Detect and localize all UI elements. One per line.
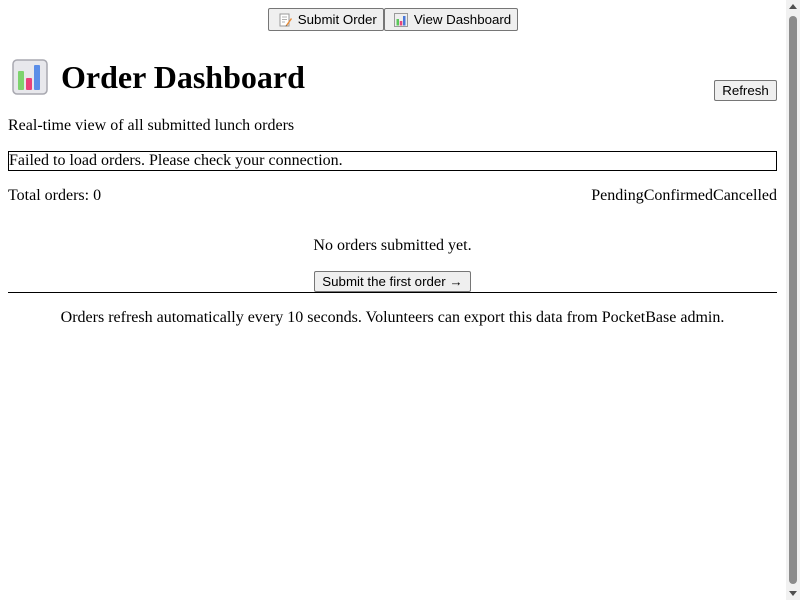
scroll-up-arrow-icon[interactable] (789, 4, 797, 9)
footer-note: Orders refresh automatically every 10 se… (60, 309, 725, 326)
refresh-button[interactable]: Refresh (714, 80, 777, 101)
total-orders-count: Total orders: 0 (8, 187, 102, 204)
memo-icon (277, 12, 293, 28)
bar-chart-icon (12, 59, 48, 95)
status-filters: Pending Confirmed Cancelled (591, 187, 777, 205)
submit-order-button[interactable]: Submit Order (267, 8, 384, 31)
scroll-down-arrow-icon[interactable] (789, 591, 797, 596)
view-dashboard-button[interactable]: View Dashboard (383, 8, 519, 31)
vertical-scrollbar[interactable] (786, 0, 800, 600)
status-filter-cancelled[interactable]: Cancelled (713, 187, 777, 205)
status-filter-confirmed[interactable]: Confirmed (644, 187, 713, 205)
page-subtitle: Real-time view of all submitted lunch or… (8, 117, 295, 134)
page-title: Order Dashboard (61, 59, 305, 95)
error-message: Failed to load orders. Please check your… (8, 151, 777, 171)
view-dashboard-label: View Dashboard (413, 12, 512, 27)
scrollbar-thumb[interactable] (789, 16, 797, 584)
bar-chart-icon (393, 12, 409, 28)
top-navigation: Submit Order View Dashboard (0, 8, 786, 31)
status-filter-pending[interactable]: Pending (591, 187, 643, 205)
divider (8, 292, 777, 293)
page: Submit Order View Dashboard Order Dashbo… (0, 0, 786, 600)
empty-state-message: No orders submitted yet. (313, 237, 472, 254)
submit-order-label: Submit Order (297, 12, 377, 27)
page-header: Order Dashboard (12, 57, 305, 97)
submit-first-order-button[interactable]: Submit the first order → (314, 271, 471, 292)
stats-bar: Total orders: 0 Pending Confirmed Cancel… (8, 187, 777, 205)
